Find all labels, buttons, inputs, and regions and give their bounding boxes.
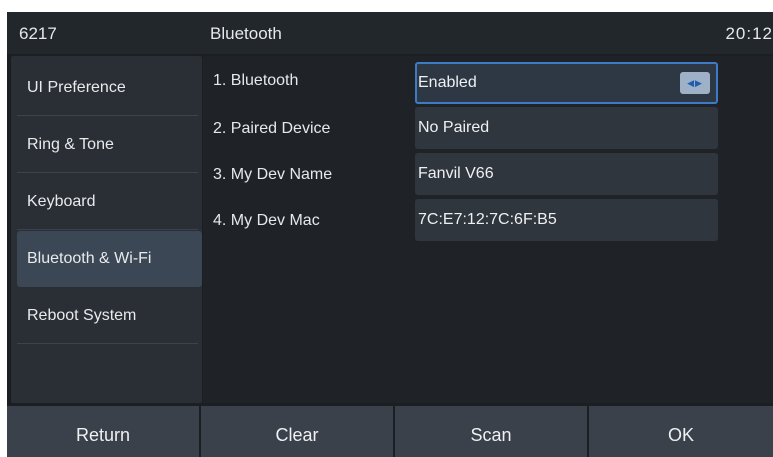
scan-button[interactable]: Scan [395,406,587,457]
dev-mac-label: 4. My Dev Mac [213,212,320,229]
bluetooth-selector[interactable]: Enabled ◀▶ [415,62,718,104]
dev-mac-value: 7C:E7:12:7C:6F:B5 [418,211,557,228]
left-right-arrows-icon[interactable]: ◀▶ [680,72,710,94]
dev-name-field[interactable]: Fanvil V66 [415,153,718,195]
sidebar-item-label: Ring & Tone [27,136,114,153]
dev-mac-field[interactable]: 7C:E7:12:7C:6F:B5 [415,199,718,241]
bluetooth-label: 1. Bluetooth [213,72,299,89]
sidebar-item-label: UI Preference [27,79,126,96]
sidebar-item-label: Bluetooth & Wi-Fi [27,250,152,267]
sidebar-item-reboot-system[interactable]: Reboot System [17,288,198,344]
status-bar: 6217 Bluetooth 20:12 [7,12,773,54]
sidebar-item-label: Reboot System [27,307,137,324]
clock: 20:12 [725,24,773,43]
sidebar-item-keyboard[interactable]: Keyboard [17,174,198,230]
phone-screen: 6217 Bluetooth 20:12 UI Preference Ring … [7,12,773,457]
clear-button[interactable]: Clear [201,406,393,457]
bluetooth-value: Enabled [418,74,477,91]
device-frame: 6217 Bluetooth 20:12 UI Preference Ring … [0,0,773,457]
paired-device-field[interactable]: No Paired [415,107,718,149]
sidebar-item-ring-tone[interactable]: Ring & Tone [17,117,198,173]
sidebar-item-ui-preference[interactable]: UI Preference [17,60,198,116]
sidebar-item-bluetooth-wifi[interactable]: Bluetooth & Wi-Fi [17,231,202,287]
settings-panel: 1. Bluetooth Enabled ◀▶ 2. Paired Device… [203,56,773,403]
paired-device-value: No Paired [418,119,490,136]
ok-button[interactable]: OK [589,406,773,457]
return-button[interactable]: Return [7,406,199,457]
extension-number: 6217 [19,24,57,43]
dev-name-label: 3. My Dev Name [213,166,333,183]
settings-sidebar: UI Preference Ring & Tone Keyboard Bluet… [11,56,202,403]
paired-device-label: 2. Paired Device [213,120,331,137]
sidebar-item-label: Keyboard [27,193,96,210]
softkey-bar: Return Clear Scan OK [7,406,773,457]
page-title: Bluetooth [210,24,282,43]
dev-name-value: Fanvil V66 [418,165,494,182]
